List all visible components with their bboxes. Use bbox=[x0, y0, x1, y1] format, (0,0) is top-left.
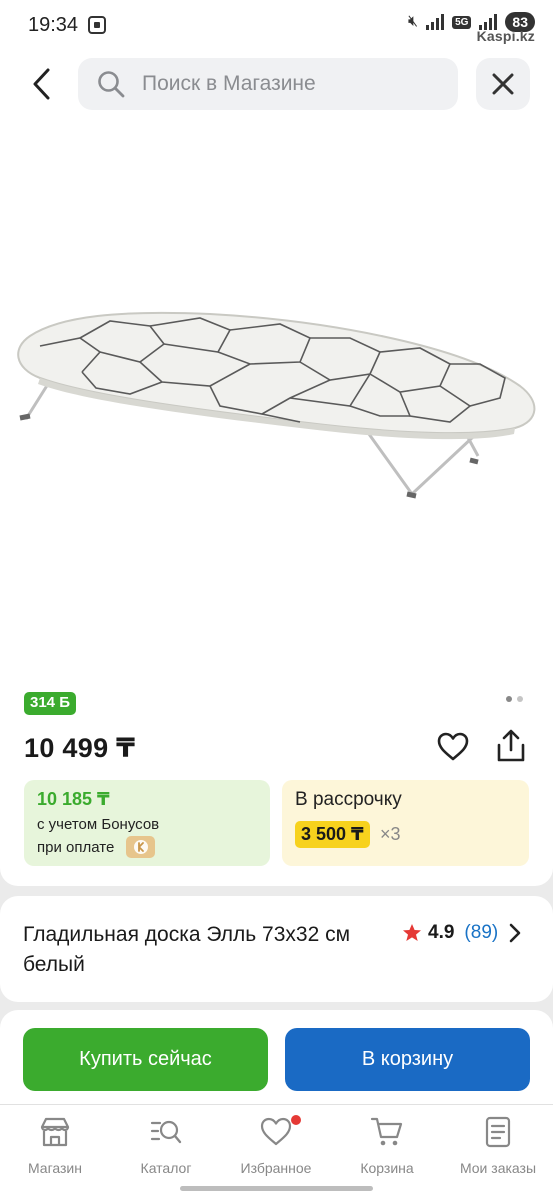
bonus-price-box[interactable]: 10 185 ₸ с учетом Бонусов при оплате bbox=[24, 780, 270, 866]
installment-multiplier: ×3 bbox=[380, 824, 401, 844]
bonus-badge: 314 Б bbox=[24, 692, 76, 715]
favorite-heart-icon[interactable] bbox=[436, 730, 470, 764]
close-button[interactable] bbox=[476, 58, 530, 110]
product-title-card[interactable]: Гладильная доска Элль 73x32 см белый 4.9… bbox=[0, 896, 553, 1002]
product-card: 314 Б 10 499 ₸ 10 185 ₸ с учетом Бонусов… bbox=[0, 116, 553, 886]
rating[interactable]: 4.9 (89) bbox=[402, 922, 522, 944]
heart-icon bbox=[260, 1117, 292, 1146]
notification-dot bbox=[291, 1115, 301, 1125]
product-page: 19:34 🔇︎ 5G 83 Kaspi.kz Поиск в Магазине… bbox=[0, 0, 553, 1200]
nav-label-favorites: Избранное bbox=[240, 1160, 312, 1176]
cart-icon bbox=[370, 1117, 403, 1146]
gallery-dot bbox=[506, 696, 512, 702]
buy-now-button[interactable]: Купить сейчас bbox=[23, 1028, 268, 1091]
network-type: 5G bbox=[452, 15, 472, 29]
nav-item-shop[interactable]: Магазин bbox=[0, 1115, 110, 1185]
close-icon bbox=[492, 73, 514, 95]
search-icon bbox=[98, 71, 125, 98]
product-title: Гладильная доска Элль 73x32 см белый bbox=[23, 923, 351, 976]
bonus-price: 10 185 ₸ bbox=[37, 789, 110, 809]
nav-item-orders[interactable]: Мои заказы bbox=[443, 1115, 553, 1185]
chevron-right-icon bbox=[509, 923, 521, 943]
screen-record-icon bbox=[88, 16, 106, 34]
catalog-icon bbox=[150, 1120, 182, 1144]
rating-value: 4.9 bbox=[428, 922, 455, 943]
mute-icon: 🔇︎ bbox=[407, 13, 419, 30]
search-bar[interactable] bbox=[78, 58, 458, 110]
nav-item-favorites[interactable]: Избранное bbox=[221, 1115, 331, 1185]
share-icon[interactable] bbox=[494, 728, 528, 764]
back-button[interactable] bbox=[24, 64, 60, 104]
action-bar: Купить сейчас В корзину bbox=[0, 1010, 553, 1104]
nav-label-catalog: Каталог bbox=[140, 1160, 192, 1176]
status-time: 19:34 bbox=[28, 14, 79, 36]
gallery-dot bbox=[517, 696, 523, 702]
gallery-dots bbox=[506, 696, 523, 702]
nav-item-cart[interactable]: Корзина bbox=[332, 1115, 442, 1185]
review-count[interactable]: (89) bbox=[464, 922, 498, 944]
nav-item-catalog[interactable]: Каталог bbox=[111, 1115, 221, 1185]
signal-icon bbox=[426, 14, 445, 30]
add-to-cart-button[interactable]: В корзину bbox=[285, 1028, 530, 1091]
bonus-caption: с учетом Бонусов bbox=[37, 816, 160, 833]
installment-amount: 3 500 ₸ bbox=[295, 821, 370, 848]
home-indicator[interactable] bbox=[180, 1186, 373, 1191]
watermark: Kaspi.kz bbox=[476, 28, 535, 44]
status-bar: 19:34 🔇︎ 5G 83 Kaspi.kz bbox=[0, 0, 553, 52]
installment-box[interactable]: В рассрочку 3 500 ₸ ×3 bbox=[282, 780, 529, 866]
nav-label-orders: Мои заказы bbox=[459, 1160, 537, 1176]
nav-label-shop: Магазин bbox=[27, 1160, 82, 1176]
shop-icon bbox=[40, 1117, 70, 1147]
search-input[interactable] bbox=[142, 72, 422, 96]
bonus-payment-caption: при оплате bbox=[37, 839, 115, 856]
star-icon bbox=[403, 924, 421, 941]
orders-icon bbox=[485, 1116, 511, 1148]
product-image[interactable] bbox=[0, 116, 553, 676]
kaspi-logo-icon bbox=[126, 836, 155, 858]
chevron-left-icon bbox=[33, 68, 50, 100]
installment-title: В рассрочку bbox=[295, 789, 402, 810]
header bbox=[0, 52, 553, 116]
product-price: 10 499 ₸ bbox=[24, 733, 136, 763]
nav-label-cart: Корзина bbox=[360, 1160, 414, 1176]
